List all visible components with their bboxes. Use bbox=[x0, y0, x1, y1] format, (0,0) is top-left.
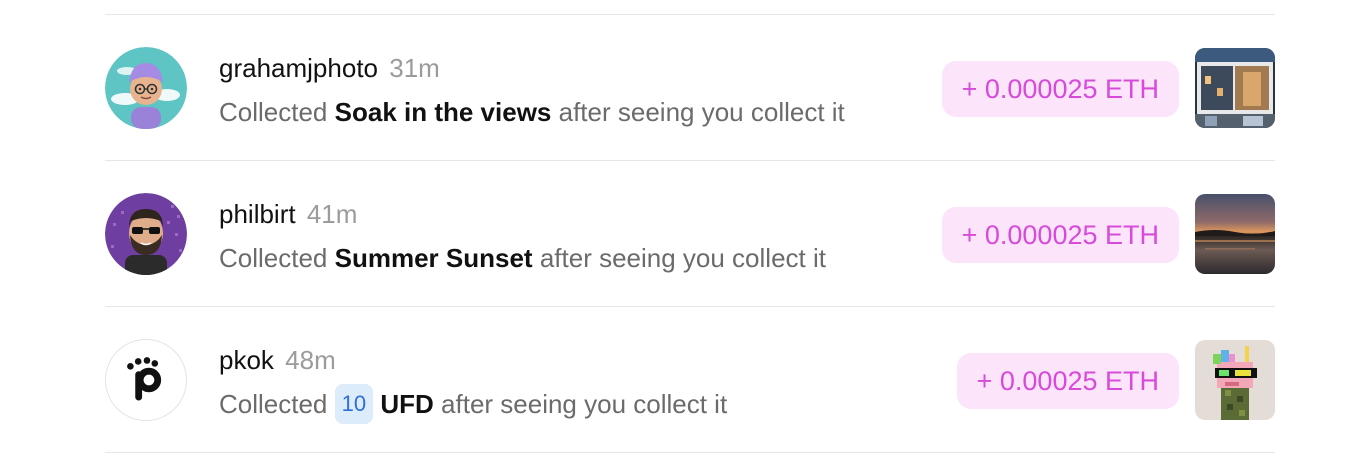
bearded-man-avatar-icon[interactable] bbox=[105, 193, 187, 275]
activity-description: Collected Summer Sunset after seeing you… bbox=[219, 241, 826, 275]
user-meta: pkok 48m bbox=[219, 345, 336, 375]
memoji-avatar-icon[interactable] bbox=[105, 47, 187, 129]
p-logo-avatar-icon[interactable] bbox=[105, 339, 187, 421]
sunset-photo-thumbnail[interactable] bbox=[1195, 194, 1275, 274]
divider bbox=[105, 452, 1275, 453]
eth-reward-badge[interactable]: + 0.000025 ETH bbox=[941, 61, 1179, 117]
username[interactable]: grahamjphoto bbox=[219, 53, 378, 83]
activity-suffix: after seeing you collect it bbox=[441, 389, 728, 419]
list-item[interactable]: philbirt 41m Collected Summer Sunset aft… bbox=[105, 161, 1275, 306]
activity-prefix: Collected bbox=[219, 97, 328, 127]
list-item[interactable]: pkok 48m Collected 10 UFD after seeing y… bbox=[105, 307, 1275, 452]
activity-feed: grahamjphoto 31m Collected Soak in the v… bbox=[105, 14, 1275, 453]
item-name[interactable]: Summer Sunset bbox=[335, 243, 533, 273]
item-name[interactable]: Soak in the views bbox=[335, 97, 552, 127]
user-meta: grahamjphoto 31m bbox=[219, 53, 440, 83]
activity-prefix: Collected bbox=[219, 243, 328, 273]
timestamp: 41m bbox=[306, 199, 358, 229]
user-meta: philbirt 41m bbox=[219, 199, 357, 229]
eth-reward-badge[interactable]: + 0.000025 ETH bbox=[941, 207, 1179, 263]
item-name[interactable]: UFD bbox=[380, 389, 433, 419]
city-photo-thumbnail[interactable] bbox=[1195, 48, 1275, 128]
activity-description: Collected Soak in the views after seeing… bbox=[219, 95, 845, 129]
quantity-badge: 10 bbox=[334, 384, 374, 425]
activity-suffix: after seeing you collect it bbox=[558, 97, 845, 127]
timestamp: 31m bbox=[389, 53, 440, 83]
username[interactable]: pkok bbox=[219, 345, 274, 375]
timestamp: 48m bbox=[285, 345, 336, 375]
activity-prefix: Collected bbox=[219, 389, 328, 419]
activity-suffix: after seeing you collect it bbox=[539, 243, 826, 273]
activity-description: Collected 10 UFD after seeing you collec… bbox=[219, 384, 728, 425]
username[interactable]: philbirt bbox=[219, 199, 296, 229]
pixel-unicorn-thumbnail[interactable] bbox=[1195, 340, 1275, 420]
list-item[interactable]: grahamjphoto 31m Collected Soak in the v… bbox=[105, 15, 1275, 160]
eth-reward-badge[interactable]: + 0.00025 ETH bbox=[956, 353, 1179, 409]
